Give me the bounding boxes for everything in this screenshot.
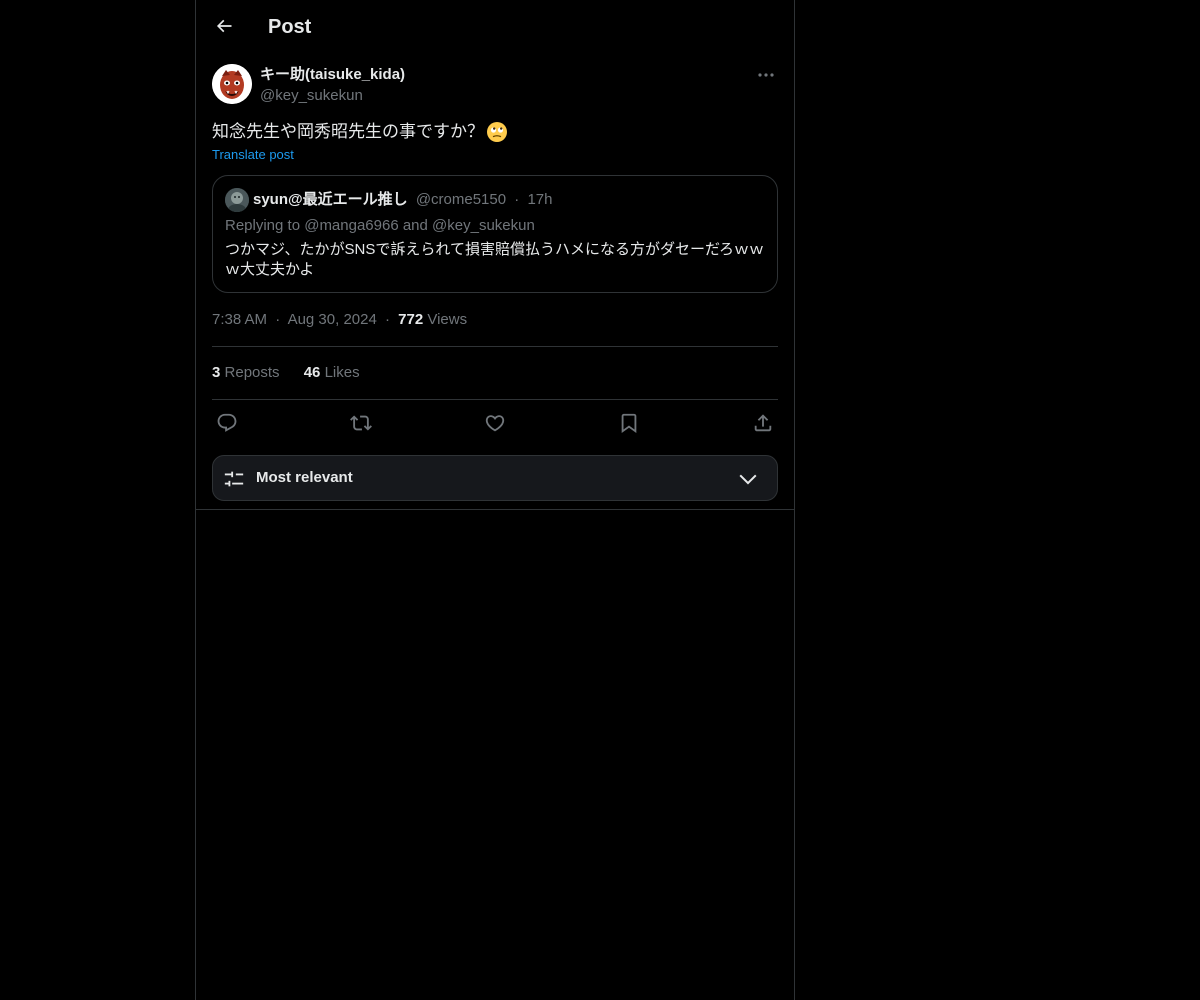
post-date[interactable]: Aug 30, 2024 xyxy=(288,311,377,328)
quoted-author-name: syun@最近エール推し xyxy=(253,191,408,208)
post-time[interactable]: 7:38 AM xyxy=(212,311,267,328)
chevron-down-icon xyxy=(737,468,759,490)
reply-button[interactable] xyxy=(212,411,242,435)
views-count: 772 xyxy=(398,311,424,328)
page-header: Post xyxy=(196,0,794,53)
like-button[interactable] xyxy=(480,411,510,435)
views-label: Views xyxy=(427,311,468,328)
quoted-author-avatar xyxy=(225,188,249,212)
reposts-count: 3 xyxy=(212,364,221,381)
more-horizontal-icon xyxy=(758,73,774,77)
back-button[interactable] xyxy=(206,8,242,44)
sliders-icon xyxy=(223,468,245,490)
quoted-post-text: つかマジ、たかがSNSで訴えられて損害賠償払うハメになる方がダセーだろｗｗｗ大丈… xyxy=(225,241,765,278)
repost-icon xyxy=(350,412,372,434)
post-meta: 7:38 AM · Aug 30, 2024 · 772 Views xyxy=(212,310,467,330)
action-bar xyxy=(212,411,778,435)
quoted-post-time: 17h xyxy=(527,191,553,208)
repost-button[interactable] xyxy=(346,411,376,435)
meta-separator: · xyxy=(384,311,390,328)
post-text: 知念先生や岡秀昭先生の事ですか？ xyxy=(212,120,508,144)
author-avatar[interactable] xyxy=(212,64,252,104)
reply-icon xyxy=(216,412,238,434)
arrow-left-icon xyxy=(214,16,234,36)
replies-sort-dropdown[interactable]: Most relevant xyxy=(212,455,778,501)
quoted-post[interactable]: syun@最近エール推し @crome5150 · 17h Replying t… xyxy=(212,175,778,293)
divider xyxy=(212,399,778,400)
divider xyxy=(212,346,778,347)
more-options-button[interactable] xyxy=(754,64,778,86)
meta-separator: · xyxy=(275,311,281,328)
bookmark-button[interactable] xyxy=(614,411,644,435)
post-text-body: 知念先生や岡秀昭先生の事ですか？ xyxy=(212,122,484,141)
post-stats: 3 Reposts 46 Likes xyxy=(212,363,380,383)
quoted-post-header: syun@最近エール推し @crome5150 · 17h xyxy=(253,190,552,210)
bookmark-icon xyxy=(618,412,640,434)
author-handle[interactable]: @key_sukekun xyxy=(260,86,363,106)
likes-count: 46 xyxy=(303,364,321,381)
quoted-author-handle: @crome5150 xyxy=(415,191,507,208)
share-icon xyxy=(752,412,774,434)
reposts-stat[interactable]: 3 Reposts xyxy=(212,364,284,381)
author-display-name[interactable]: キー助(taisuke_kida) xyxy=(260,65,405,85)
rolling-eyes-emoji-icon xyxy=(486,121,508,143)
reposts-label: Reposts xyxy=(224,364,280,381)
sort-label: Most relevant xyxy=(256,469,353,486)
section-divider xyxy=(196,509,794,510)
likes-label: Likes xyxy=(324,364,360,381)
quoted-separator: · xyxy=(514,191,520,208)
page-title: Post xyxy=(268,16,312,38)
share-button[interactable] xyxy=(748,411,778,435)
translate-post-link[interactable]: Translate post xyxy=(212,147,294,163)
likes-stat[interactable]: 46 Likes xyxy=(304,364,360,381)
like-icon xyxy=(484,412,506,434)
quoted-reply-context: Replying to @manga6966 and @key_sukekun xyxy=(225,217,535,234)
primary-column: Post キー助(taisuke_kida) @key_sukekun 知念先生… xyxy=(195,0,795,1000)
